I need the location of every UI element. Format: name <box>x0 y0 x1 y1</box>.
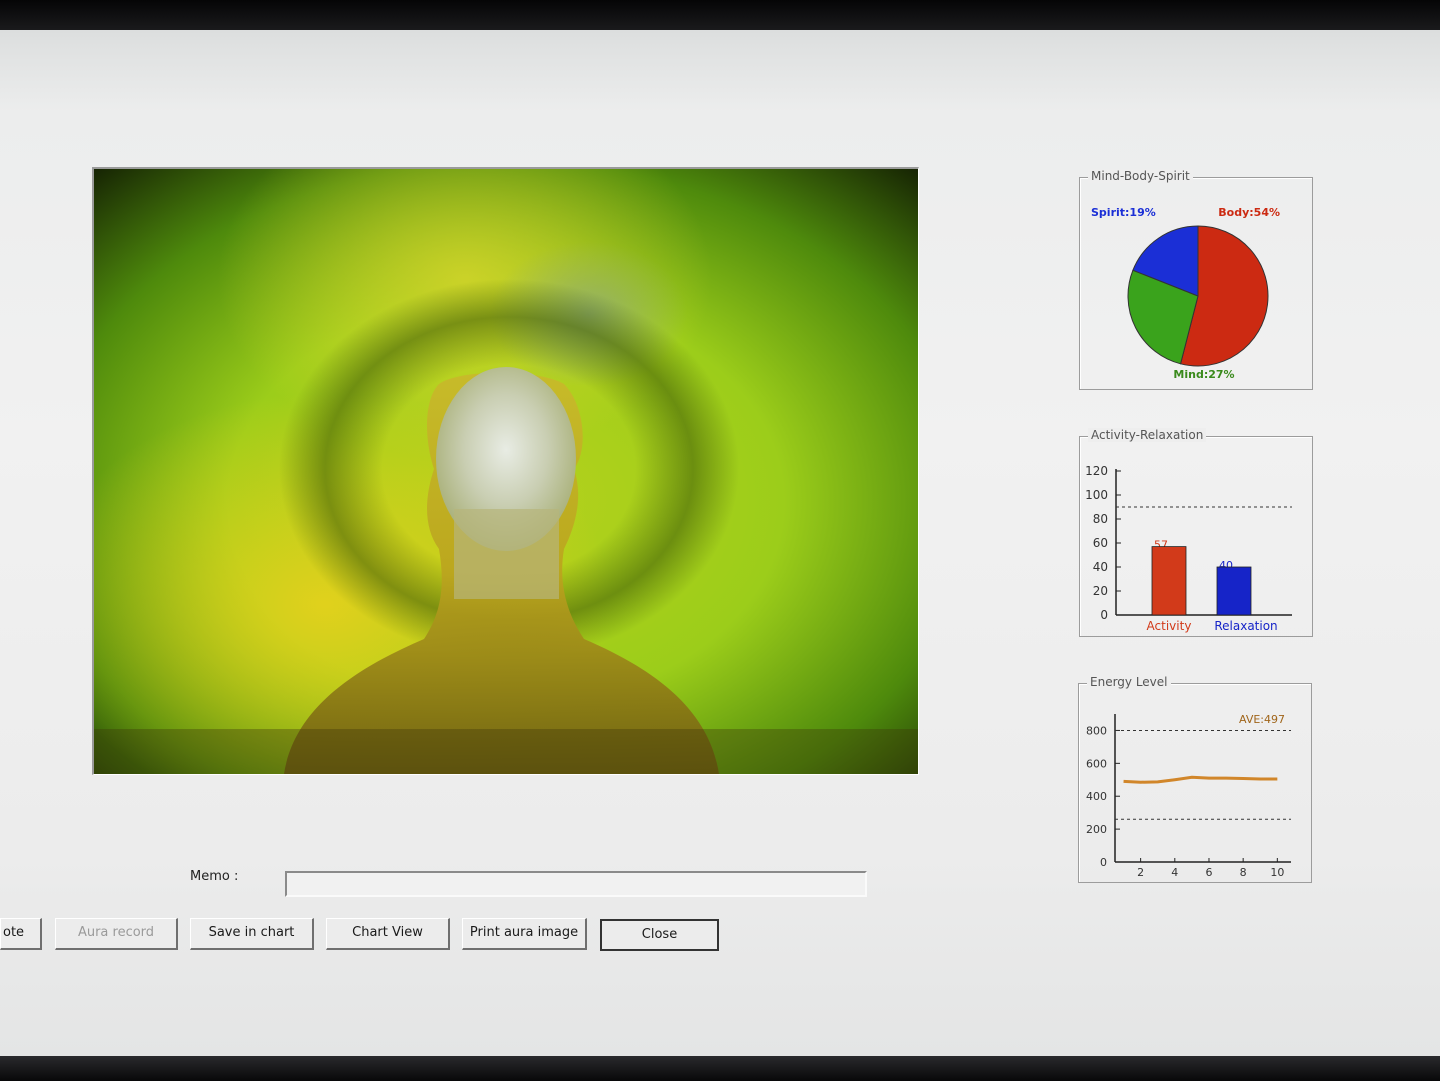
activity-relaxation-bar-chart: 57 40 020406080100120Activity Relaxation <box>1085 464 1292 633</box>
energy-average-label: AVE:497 <box>1239 713 1285 726</box>
mind-body-spirit-pie-chart: Spirit:19% Body:54% Mind:27% <box>1091 206 1280 381</box>
print-aura-image-button[interactable]: Print aura image <box>462 918 587 950</box>
bar-y-tick-label: 120 <box>1085 464 1108 478</box>
energy-y-tick-label: 200 <box>1086 823 1107 836</box>
bar-y-tick-label: 0 <box>1100 608 1108 622</box>
memo-input[interactable] <box>285 871 867 897</box>
energy-y-tick-label: 600 <box>1086 757 1107 770</box>
close-button[interactable]: Close <box>600 919 719 951</box>
energy-series-line <box>1123 775 1278 784</box>
energy-level-line-chart: AVE:497 0 200 400 600 800 2 4 6 8 10 <box>1086 713 1291 879</box>
note-button[interactable]: ote <box>0 918 42 950</box>
aura-image <box>92 167 919 775</box>
energy-x-tick-label: 10 <box>1270 866 1284 879</box>
bar-activity <box>1151 546 1187 616</box>
bar-y-tick-label: 80 <box>1093 512 1108 526</box>
save-in-chart-button[interactable]: Save in chart <box>190 918 314 950</box>
chart-view-button[interactable]: Chart View <box>326 918 450 950</box>
energy-x-tick-label: 6 <box>1205 866 1212 879</box>
bar-y-tick-label: 60 <box>1093 536 1108 550</box>
memo-label: Memo : <box>190 869 239 884</box>
energy-x-tick-label: 8 <box>1240 866 1247 879</box>
bar-y-tick-label: 40 <box>1093 560 1108 574</box>
mind-label: Mind:27% <box>1173 368 1234 381</box>
mind-body-spirit-panel: Mind-Body-Spirit Spirit:19% Body:54% Min… <box>1079 169 1313 390</box>
bar-y-tick-label: 100 <box>1085 488 1108 502</box>
energy-x-tick-label: 4 <box>1171 866 1178 879</box>
bar-y-tick-label: 20 <box>1093 584 1108 598</box>
bar-x-tick-label: Relaxation <box>1214 619 1277 633</box>
bar-relaxation <box>1216 566 1252 616</box>
activity-relaxation-panel: Activity-Relaxation 57 40 0 20 40 60 80 100 12… <box>1079 428 1313 637</box>
energy-y-tick-label: 400 <box>1086 790 1107 803</box>
spirit-label: Spirit:19% <box>1091 206 1156 219</box>
aura-record-button[interactable]: Aura record <box>55 918 178 950</box>
energy-y-tick-label: 0 <box>1100 856 1107 869</box>
bar-x-tick-label: Activity <box>1147 619 1192 633</box>
energy-level-panel: Energy Level AVE:497 0 200 400 600 800 2 4 6 8 10 <box>1078 675 1312 883</box>
body-label: Body:54% <box>1218 206 1280 219</box>
monitor-bezel-top <box>0 0 1440 30</box>
aura-app-window: Memo : ote Aura record Save in chart Cha… <box>0 30 1440 1056</box>
monitor-bezel-bottom <box>0 1056 1440 1081</box>
energy-x-tick-label: 2 <box>1137 866 1144 879</box>
energy-y-tick-label: 800 <box>1086 724 1107 737</box>
